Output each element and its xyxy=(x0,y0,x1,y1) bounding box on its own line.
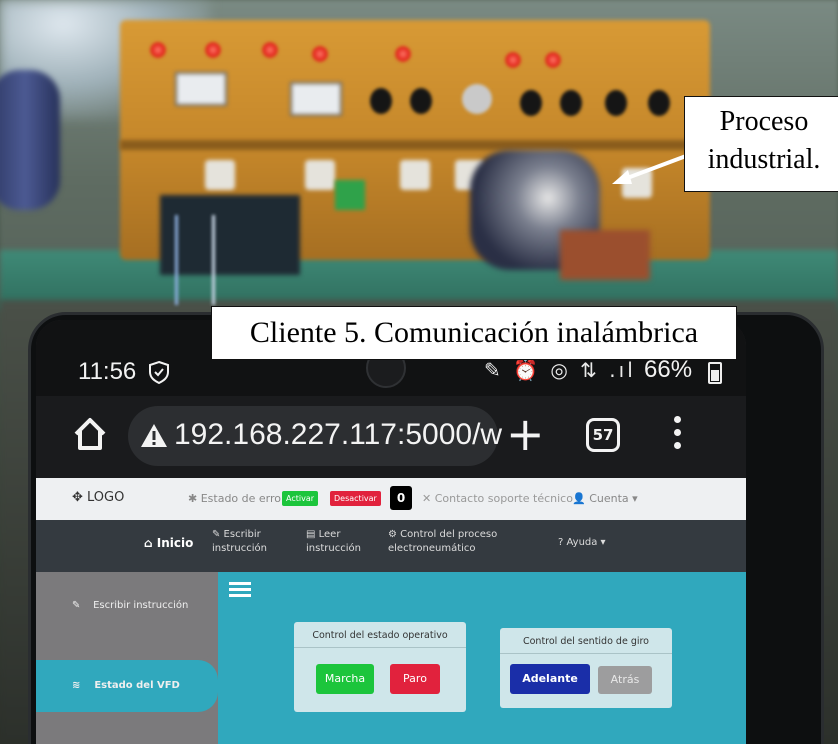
new-tab-icon[interactable]: + xyxy=(506,406,545,462)
panel-rail xyxy=(120,140,710,150)
main-nav: ⌂ Inicio ✎ Escribir instrucción ▤ Leer i… xyxy=(36,520,746,572)
shield-icon xyxy=(149,360,169,384)
status-time: 11:56 xyxy=(78,358,137,385)
panel-socket xyxy=(305,160,335,190)
top-bar: ✥ LOGO ✱ Estado de error: Activar Desact… xyxy=(36,478,746,520)
logo[interactable]: ✥ LOGO xyxy=(72,490,124,505)
panel-knob xyxy=(648,90,670,116)
panel-led xyxy=(205,42,221,58)
adelante-button[interactable]: Adelante xyxy=(510,664,590,694)
marcha-button[interactable]: Marcha xyxy=(316,664,374,694)
sidebar-shape xyxy=(36,712,218,744)
account-dropdown[interactable]: 👤 Cuenta ▾ xyxy=(572,492,638,505)
panel-socket xyxy=(400,160,430,190)
nav-ayuda[interactable]: ? Ayuda ▾ xyxy=(558,536,606,550)
card-title: Control del sentido de giro xyxy=(500,628,672,654)
blue-motor-left xyxy=(0,70,60,210)
battery-icon xyxy=(708,362,722,384)
edit-icon: ✎ xyxy=(72,600,94,611)
nav-inicio[interactable]: ⌂ Inicio xyxy=(144,536,193,550)
panel-led xyxy=(262,42,278,58)
panel-led xyxy=(545,52,561,68)
url-text[interactable]: 192.168.227.117:5000/w xyxy=(174,418,502,452)
layers-icon: ≋ xyxy=(72,680,95,691)
rotation-direction-card: Control del sentido de giro Adelante Atr… xyxy=(500,628,672,708)
paro-button[interactable]: Paro xyxy=(390,664,440,694)
home-icon[interactable] xyxy=(70,414,110,454)
panel-socket xyxy=(205,160,235,190)
error-state-label: ✱ Estado de error: xyxy=(188,492,290,505)
nav-leer-instruccion[interactable]: ▤ Leer instrucción xyxy=(306,528,361,556)
panel-switch xyxy=(462,84,492,114)
sidebar-shape xyxy=(36,634,218,660)
network-cables xyxy=(175,215,215,305)
sidebar-item-label: Estado del VFD xyxy=(94,680,180,691)
panel-led xyxy=(395,46,411,62)
panel-breaker xyxy=(175,72,227,106)
sidebar-item-escribir[interactable]: ✎ Escribir instrucción xyxy=(36,572,218,634)
menu-kebab-icon[interactable] xyxy=(674,416,682,456)
browser-toolbar: 192.168.227.117:5000/w + 57 xyxy=(36,396,746,478)
panel-led xyxy=(150,42,166,58)
panel-knob xyxy=(520,90,542,116)
arrow-icon xyxy=(612,154,687,184)
sidebar-item-label: Escribir instrucción xyxy=(93,600,189,611)
phone-screen: 11:56 ✎ ⏰ ◎ ⇅ .ıl 66% 192.168.227.117:50… xyxy=(36,320,746,744)
panel-breaker xyxy=(290,82,342,116)
status-icons: ✎ ⏰ ◎ ⇅ .ıl xyxy=(484,358,636,382)
motor-base xyxy=(560,230,650,280)
battery-percentage: 66% xyxy=(644,356,693,383)
panel-knob xyxy=(560,90,582,116)
nav-control-proceso[interactable]: ⚙ Control del proceso electroneumático xyxy=(388,528,497,556)
client-label: Cliente 5. Comunicación inalámbrica xyxy=(211,306,737,360)
terminal-block xyxy=(335,180,365,210)
card-title: Control del estado operativo xyxy=(294,622,466,648)
error-counter: 0 xyxy=(390,486,412,510)
atras-button[interactable]: Atrás xyxy=(598,666,652,694)
support-contact-link[interactable]: ✕ Contacto soporte técnico xyxy=(422,492,573,505)
deactivate-button[interactable]: Desactivar xyxy=(330,491,381,506)
panel-knob xyxy=(605,90,627,116)
panel-knob xyxy=(370,88,392,114)
main-content: ✎ Escribir instrucción ≋ Estado del VFD … xyxy=(36,572,746,744)
panel-knob xyxy=(410,88,432,114)
hamburger-menu-icon[interactable] xyxy=(229,582,251,598)
warning-icon[interactable] xyxy=(140,422,168,448)
process-label: Proceso industrial. xyxy=(684,96,838,192)
web-page: ✥ LOGO ✱ Estado de error: Activar Desact… xyxy=(36,478,746,744)
panel-led xyxy=(312,46,328,62)
tab-count-button[interactable]: 57 xyxy=(586,418,620,452)
sidebar-item-vfd[interactable]: ≋ Estado del VFD xyxy=(36,660,218,712)
address-bar[interactable]: 192.168.227.117:5000/w xyxy=(128,406,502,466)
panel-led xyxy=(505,52,521,68)
nav-escribir-instruccion[interactable]: ✎ Escribir instrucción xyxy=(212,528,267,556)
operational-state-card: Control del estado operativo Marcha Paro xyxy=(294,622,466,712)
activate-button[interactable]: Activar xyxy=(282,491,319,506)
